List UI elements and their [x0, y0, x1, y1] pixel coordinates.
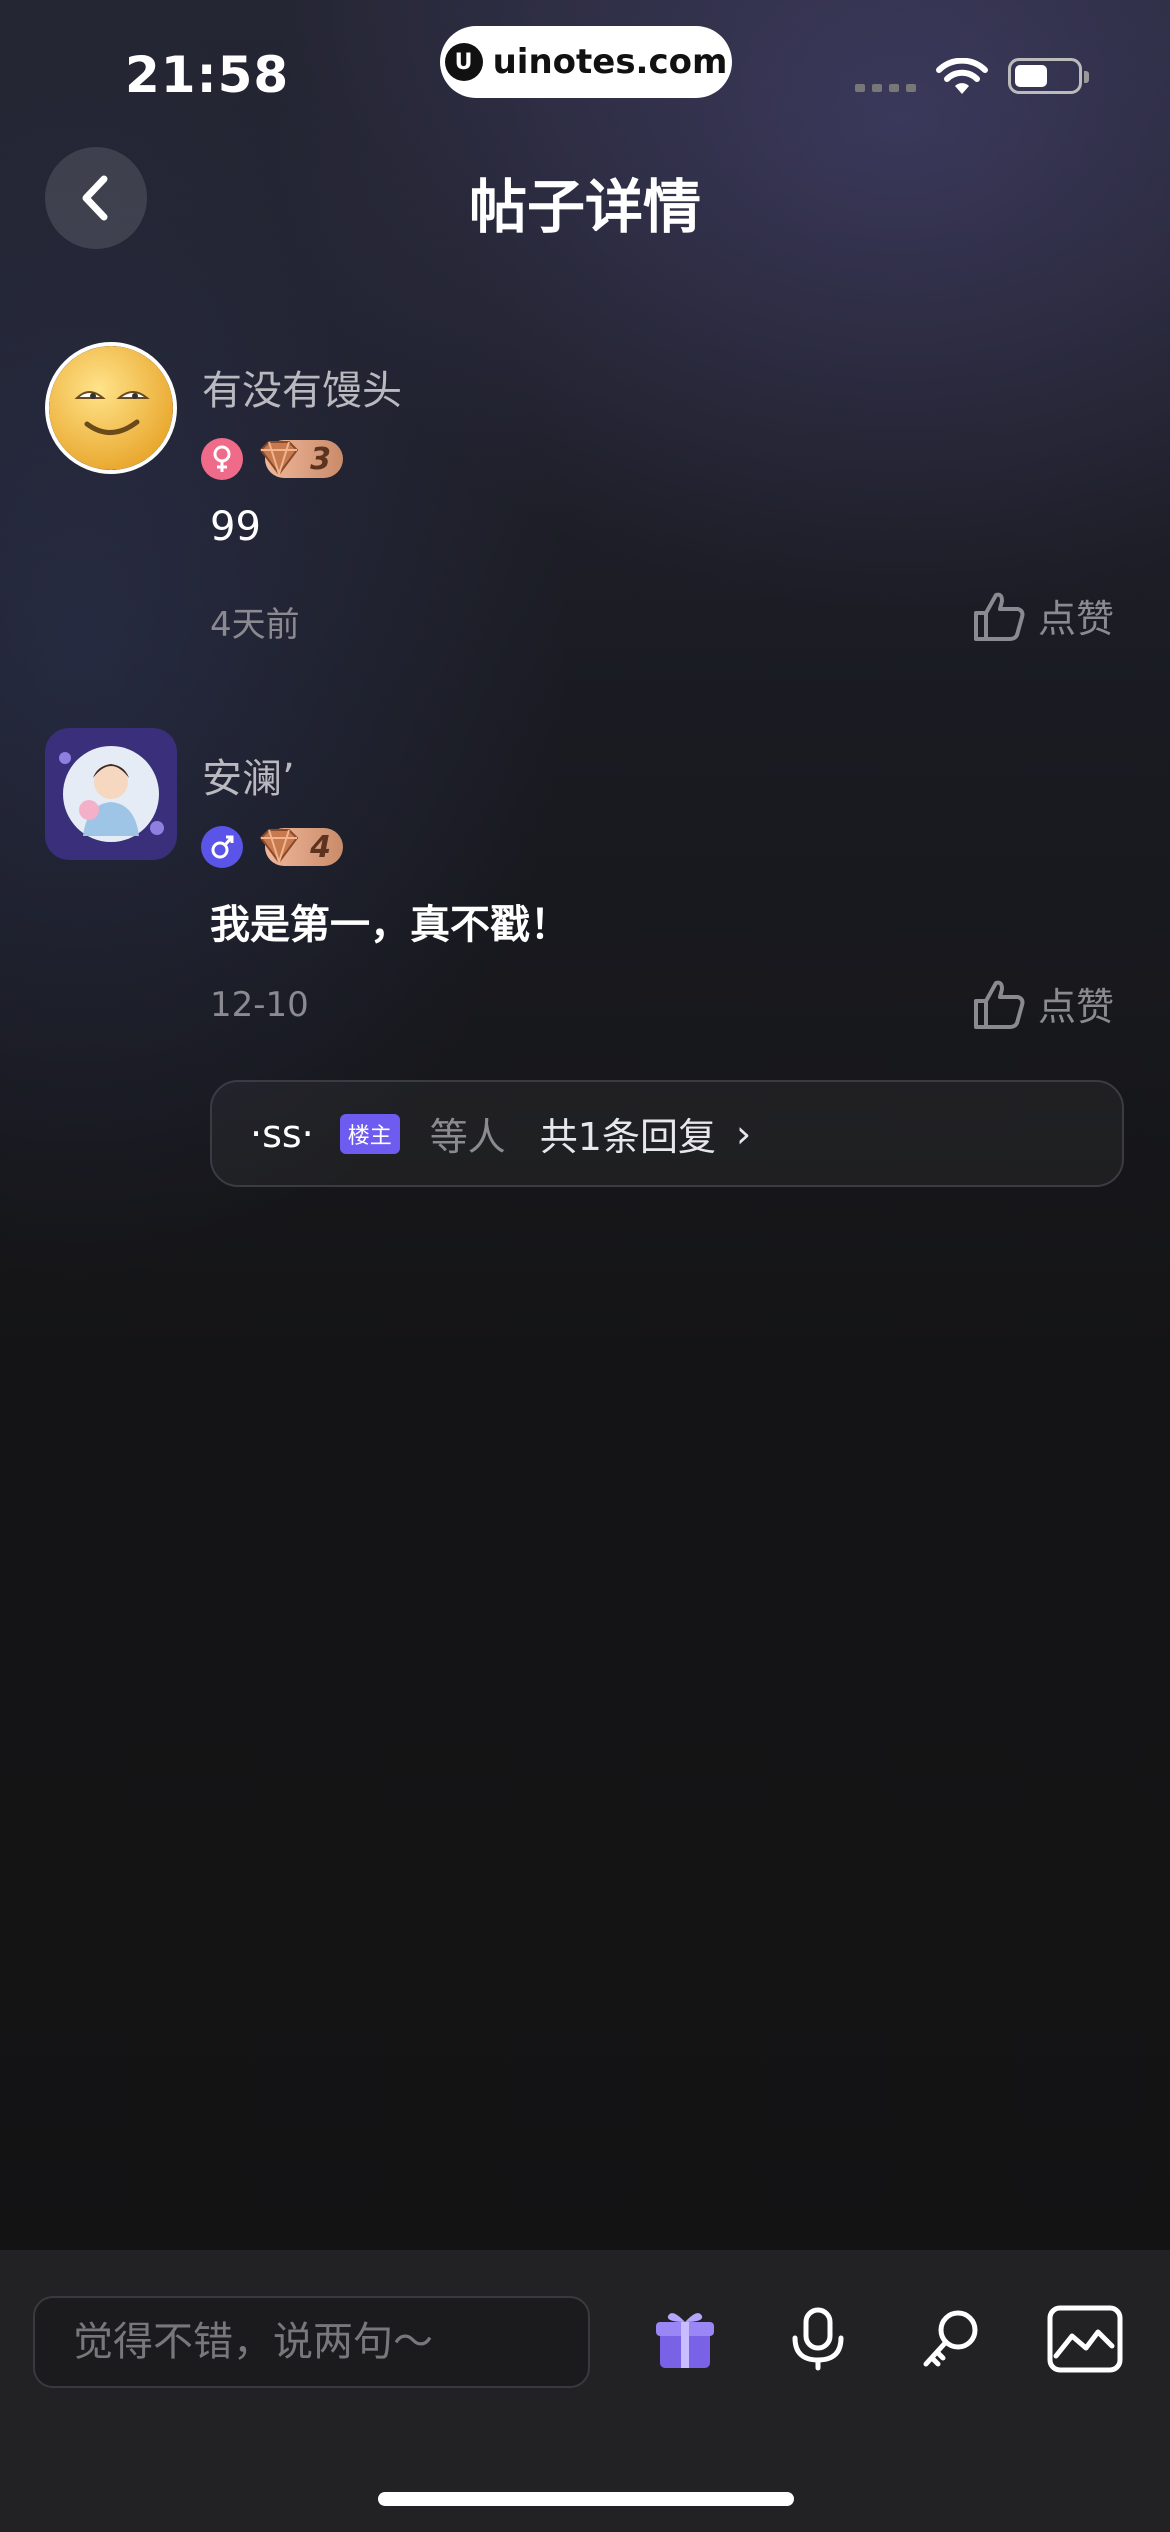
- battery-icon: [1008, 58, 1089, 94]
- like-button[interactable]: 点赞: [972, 588, 1114, 643]
- microphone-button[interactable]: [773, 2294, 863, 2384]
- host-badge: 楼主: [339, 1113, 400, 1154]
- comment-content: 99: [210, 504, 261, 550]
- key-button[interactable]: [906, 2294, 996, 2384]
- image-icon: [1047, 2305, 1123, 2373]
- level-number: 4: [310, 829, 331, 865]
- replier-name: ·ss·: [250, 1111, 314, 1156]
- bottom-bar: [0, 2250, 1170, 2532]
- gift-icon: [656, 2313, 714, 2368]
- image-button[interactable]: [1040, 2294, 1130, 2384]
- watermark-text: uinotes.com: [492, 42, 728, 82]
- wifi-icon: [935, 57, 989, 102]
- page-title: 帖子详情: [468, 173, 701, 241]
- male-icon: [201, 826, 243, 868]
- comment-input[interactable]: [33, 2296, 590, 2388]
- level-number: 3: [310, 441, 331, 477]
- watermark-badge: U uinotes.com: [440, 26, 732, 98]
- female-icon: [201, 438, 243, 480]
- gift-button[interactable]: [640, 2294, 730, 2384]
- like-button[interactable]: 点赞: [972, 976, 1114, 1031]
- comment-username[interactable]: 有没有馒头: [202, 358, 402, 416]
- avatar[interactable]: [45, 728, 177, 860]
- smiley-avatar-icon: [49, 346, 173, 470]
- level-gem-icon: [259, 829, 299, 866]
- chevron-right-icon: ›: [735, 1111, 752, 1156]
- comment-time: 4天前: [210, 605, 300, 645]
- comment-username[interactable]: 安澜’: [202, 746, 295, 804]
- reply-summary-button[interactable]: ·ss· 楼主 等人 共1条回复 ›: [210, 1080, 1124, 1187]
- character-avatar-icon: [45, 728, 177, 860]
- key-icon: [923, 2310, 978, 2367]
- reply-total: 共1条回复: [539, 1115, 716, 1159]
- home-indicator[interactable]: [378, 2492, 794, 2506]
- comment-time: 12-10: [210, 985, 309, 1025]
- like-label: 点赞: [1038, 985, 1115, 1029]
- like-label: 点赞: [1038, 597, 1115, 641]
- level-gem-icon: [259, 441, 299, 478]
- cellular-signal-icon: [855, 84, 916, 92]
- thumbs-up-icon: [974, 980, 1025, 1029]
- comment-input-field[interactable]: [71, 2318, 588, 2366]
- level-badge: 3: [259, 440, 343, 478]
- microphone-icon: [792, 2307, 844, 2371]
- status-time: 21:58: [125, 46, 290, 104]
- watermark-logo-icon: U: [444, 43, 483, 81]
- comment-content: 我是第一，真不戳！: [210, 902, 570, 948]
- level-badge: 4: [259, 828, 343, 866]
- reply-others: 等人: [429, 1115, 506, 1159]
- thumbs-up-icon: [974, 592, 1025, 641]
- avatar[interactable]: [45, 342, 177, 474]
